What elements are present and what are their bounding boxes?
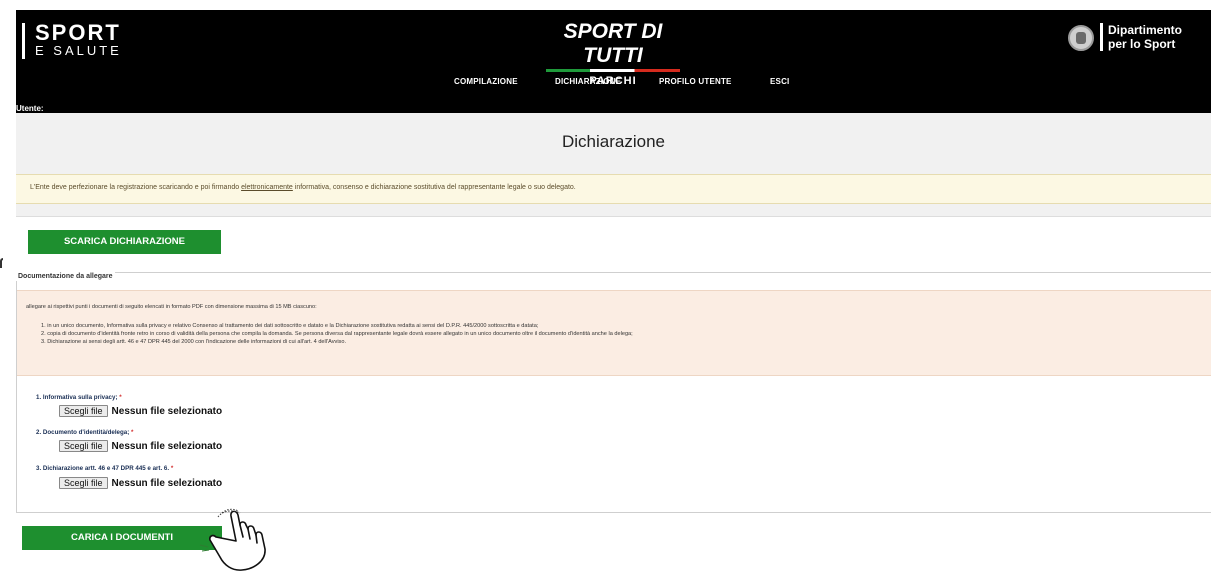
dipartimento-logo[interactable]: Dipartimento per lo Sport [1068, 23, 1182, 51]
file-status: Nessun file selezionato [111, 405, 223, 417]
dipartimento-text: Dipartimento per lo Sport [1100, 23, 1182, 51]
file-input-privacy: Scegli file Nessun file selezionato [59, 405, 222, 417]
file-status: Nessun file selezionato [111, 477, 223, 489]
logo-line-1: SPORT [35, 20, 121, 45]
hand-pointer-icon [199, 508, 266, 571]
main-nav: COMPILAZIONE DICHIARAZIONE PROFILO UTENT… [16, 77, 1211, 93]
page-title: Dichiarazione [562, 132, 665, 151]
logo-line-2: E SALUTE [35, 43, 122, 58]
info-notice: L'Ente deve perfezionare la registrazion… [16, 174, 1211, 204]
instructions-box: allegare ai rispettivi punti i documenti… [17, 290, 1211, 376]
upload-label-identity: 2. Documento d'identità/delega; * [36, 429, 134, 436]
choose-file-button[interactable]: Scegli file [59, 405, 108, 417]
upload-label-privacy: 1. Informativa sulla privacy; * [36, 394, 122, 401]
nav-compilazione[interactable]: COMPILAZIONE [454, 77, 518, 86]
dipartimento-line-1: Dipartimento [1108, 23, 1183, 37]
fieldset-legend: Documentazione da allegare [16, 272, 115, 281]
main-panel: SCARICA DICHIARAZIONE Documentazione da … [16, 216, 1211, 552]
documentation-fieldset: Documentazione da allegare allegare ai r… [16, 272, 1211, 513]
logo-title: SPORT DI TUTTI [563, 20, 663, 67]
dipartimento-line-2: per lo Sport [1108, 37, 1176, 51]
user-label: Utente: [16, 104, 44, 113]
choose-file-button[interactable]: Scegli file [59, 440, 108, 452]
upload-label-declaration: 3. Dichiarazione artt. 46 e 47 DPR 445 e… [36, 465, 174, 472]
notice-link[interactable]: elettronicamente [241, 184, 293, 191]
nav-dichiarazione[interactable]: DICHIARAZIONE [555, 77, 621, 86]
file-status: Nessun file selezionato [111, 440, 223, 452]
site-header: SPORT E SALUTE SPORT DI TUTTI PARCHI COM… [16, 10, 1211, 113]
file-input-declaration: Scegli file Nessun file selezionato [59, 477, 222, 489]
download-declaration-button[interactable]: SCARICA DICHIARAZIONE [28, 230, 221, 254]
italian-flag-stripe [546, 69, 680, 72]
browser-viewport: SPORT E SALUTE SPORT DI TUTTI PARCHI COM… [16, 10, 1211, 552]
instruction-item: 1. in un unico documento, Informativa su… [41, 323, 539, 329]
republic-emblem-icon [1068, 25, 1094, 51]
stray-bracket-mark [0, 258, 3, 268]
sport-e-salute-logo[interactable]: SPORT E SALUTE [22, 20, 122, 59]
choose-file-button[interactable]: Scegli file [59, 477, 108, 489]
instruction-item: 2. copia di documento d'identità fronte … [41, 331, 633, 337]
nav-esci[interactable]: ESCI [770, 77, 789, 86]
nav-profilo-utente[interactable]: PROFILO UTENTE [659, 77, 732, 86]
instruction-item: 3. Dichiarazione ai sensi degli artt. 46… [41, 339, 347, 345]
notice-text-end: informativa, consenso e dichiarazione so… [292, 184, 576, 191]
instructions-intro: allegare ai rispettivi punti i documenti… [26, 304, 317, 310]
notice-text-start: L'Ente deve perfezionare la registrazion… [30, 184, 242, 191]
file-input-identity: Scegli file Nessun file selezionato [59, 440, 222, 452]
upload-documents-button[interactable]: CARICA I DOCUMENTI [22, 526, 222, 550]
